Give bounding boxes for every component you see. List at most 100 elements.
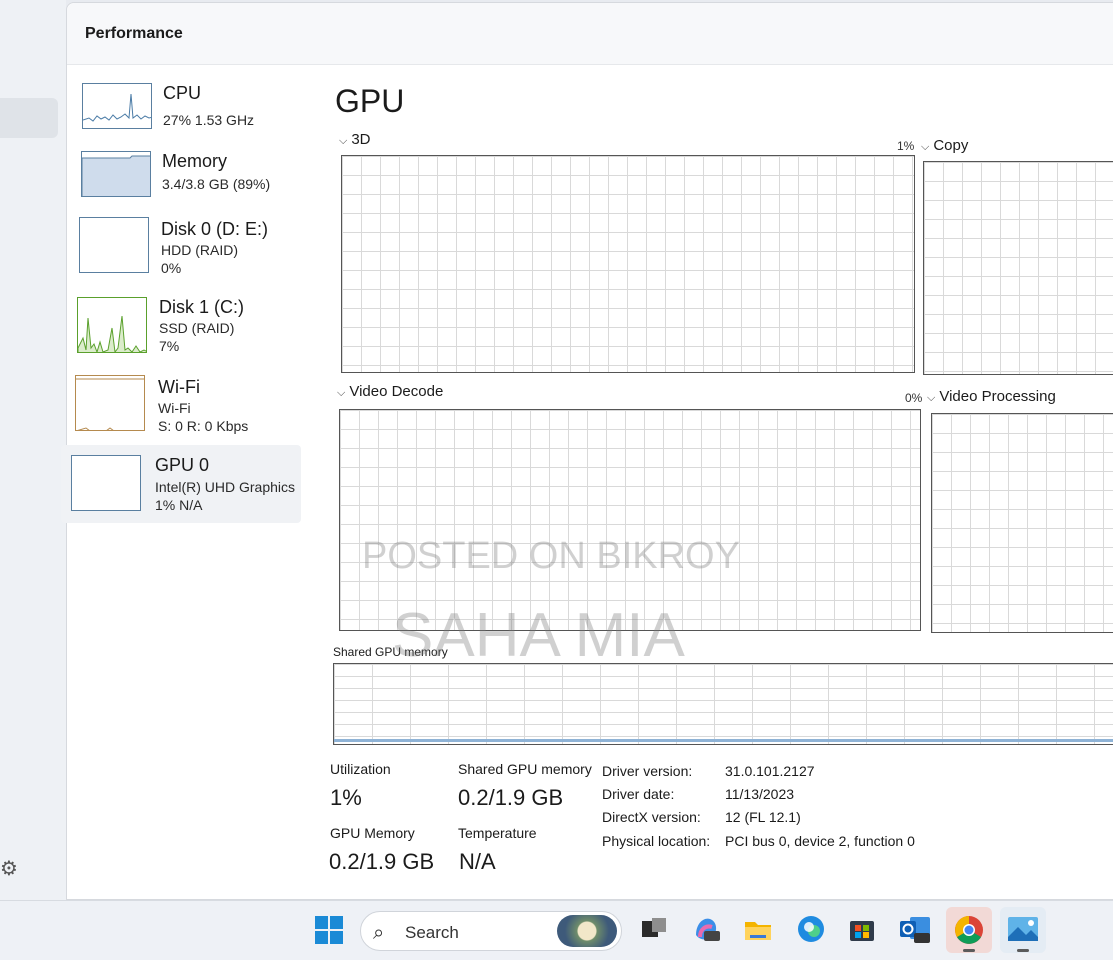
driver-date-value: 11/13/2023 [725, 786, 795, 802]
device-name: Disk 0 (D: E:) [161, 219, 269, 239]
sidebar-item-disk-1[interactable]: Disk 1 (C:) SSD (RAID) 7% [67, 291, 303, 369]
store-shape [850, 921, 874, 941]
task-manager-window: Performance CPU 27% 1.53 GHz Memory 3.4/… [61, 2, 1113, 901]
sidebar-item-wifi[interactable]: Wi-Fi Wi-Fi S: 0 R: 0 Kbps [67, 371, 303, 449]
page-title: Performance [85, 25, 183, 42]
chevron-down-icon: ⌵ [921, 140, 930, 153]
disk0-mini-graph [79, 217, 149, 273]
search-highlight-image [557, 915, 617, 947]
sidebar-item-gpu-0[interactable]: GPU 0 Intel(R) UHD Graphics 1% N/A [61, 445, 301, 523]
device-detail: 3.4/3.8 GB (89%) [162, 176, 271, 192]
device-name: Wi-Fi [158, 377, 200, 397]
edge-icon[interactable] [795, 913, 827, 945]
chevron-down-icon: ⌵ [339, 134, 348, 147]
title-bar: Performance [67, 3, 1113, 65]
temperature-value: N/A [459, 849, 496, 874]
taskbar: ⌕ Search [0, 900, 1113, 960]
shared-memory-graph [333, 663, 1113, 745]
gpu-detail-panel: GPU ⌵ 3D 1% ⌵ Copy ⌵ Video Decode 0% ⌵ Video… [327, 65, 1113, 901]
device-usage: 1% N/A [155, 497, 203, 513]
background-selected-item [0, 98, 58, 138]
edge-shape [798, 916, 824, 942]
device-usage: S: 0 R: 0 Kbps [158, 418, 249, 434]
physical-location-label: Physical location: [602, 833, 711, 849]
device-name: Disk 1 (C:) [159, 297, 244, 317]
chrome-shape [955, 916, 983, 952]
shared-memory-value: 0.2/1.9 GB [458, 785, 564, 810]
engine-copy-label: Copy [933, 137, 969, 154]
shared-memory-graph-label: Shared GPU memory [333, 645, 448, 659]
device-usage: 0% [161, 260, 182, 276]
gpu-memory-label: GPU Memory [330, 825, 415, 841]
windows-logo-shape [315, 916, 343, 944]
gpu-mini-graph [71, 455, 141, 511]
device-usage: 7% [159, 338, 180, 354]
engine-copy-graph [923, 161, 1113, 375]
utilization-value: 1% [330, 785, 362, 810]
sidebar-item-memory[interactable]: Memory 3.4/3.8 GB (89%) [67, 143, 303, 221]
driver-version-label: Driver version: [602, 763, 693, 779]
copilot-shape [696, 918, 720, 941]
driver-version-value: 31.0.101.2127 [725, 763, 815, 779]
sidebar-item-disk-0[interactable]: Disk 0 (D: E:) HDD (RAID) 0% [67, 213, 303, 291]
task-view-icon[interactable] [638, 913, 670, 945]
device-detail: Wi-Fi [158, 400, 191, 416]
engine-video-processing-selector[interactable]: ⌵ Video Processing [927, 388, 1056, 405]
cpu-mini-graph [82, 83, 152, 129]
device-detail: SSD (RAID) [159, 320, 235, 336]
wifi-sparkline [76, 378, 144, 430]
copilot-icon[interactable] [690, 913, 722, 945]
background-window-strip: ⚙ [0, 0, 66, 900]
engine-video-decode-percent: 0% [905, 391, 923, 405]
driver-date-label: Driver date: [602, 786, 675, 802]
task-view-shape [642, 918, 666, 937]
engine-video-decode-selector[interactable]: ⌵ Video Decode [337, 383, 443, 400]
shared-memory-label: Shared GPU memory [458, 761, 592, 777]
utilization-label: Utilization [330, 761, 391, 777]
engine-video-decode-graph [339, 409, 921, 631]
memory-mini-graph [81, 151, 151, 197]
engine-video-processing-graph [931, 413, 1113, 633]
chevron-down-icon: ⌵ [927, 391, 936, 404]
directx-version-label: DirectX version: [602, 809, 701, 825]
outlook-shape [900, 917, 930, 943]
engine-video-processing-label: Video Processing [939, 388, 1056, 405]
device-name: GPU 0 [155, 455, 210, 475]
shared-memory-usage-line [334, 739, 1113, 742]
gpu-heading: GPU [335, 83, 405, 119]
memory-fill-graph [82, 155, 150, 196]
device-sidebar: CPU 27% 1.53 GHz Memory 3.4/3.8 GB (89%)… [61, 65, 313, 901]
device-detail: HDD (RAID) [161, 242, 238, 258]
disk1-sparkline [78, 315, 146, 352]
temperature-label: Temperature [458, 825, 537, 841]
folder-shape [745, 922, 771, 940]
directx-version-value: 12 (FL 12.1) [725, 809, 801, 825]
engine-3d-label: 3D [351, 131, 371, 148]
taskbar-search-box[interactable]: ⌕ Search [360, 911, 622, 951]
device-name: CPU [163, 83, 202, 103]
settings-gear-icon[interactable]: ⚙ [0, 857, 22, 879]
store-icon[interactable] [846, 913, 878, 945]
photos-icon[interactable] [1000, 907, 1046, 953]
chevron-down-icon: ⌵ [337, 386, 346, 399]
engine-3d-selector[interactable]: ⌵ 3D [339, 131, 371, 148]
engine-copy-selector[interactable]: ⌵ Copy [921, 137, 968, 154]
disk1-mini-graph [77, 297, 147, 353]
file-explorer-icon[interactable] [742, 913, 774, 945]
engine-video-decode-label: Video Decode [349, 383, 444, 400]
device-detail: Intel(R) UHD Graphics [155, 479, 296, 495]
search-icon: ⌕ [373, 920, 385, 944]
cpu-sparkline [83, 93, 151, 122]
windows-start-icon[interactable] [314, 915, 346, 947]
search-placeholder: Search [405, 923, 459, 942]
device-detail: 27% 1.53 GHz [163, 112, 255, 128]
wifi-mini-graph [75, 375, 145, 431]
outlook-icon[interactable] [898, 913, 930, 945]
photos-shape [1008, 917, 1038, 952]
gpu-memory-value: 0.2/1.9 GB [329, 849, 435, 874]
sidebar-item-cpu[interactable]: CPU 27% 1.53 GHz [67, 73, 303, 151]
physical-location-value: PCI bus 0, device 2, function 0 [725, 833, 915, 849]
device-name: Memory [162, 151, 228, 171]
chrome-icon[interactable] [946, 907, 992, 953]
engine-3d-percent: 1% [897, 139, 915, 153]
